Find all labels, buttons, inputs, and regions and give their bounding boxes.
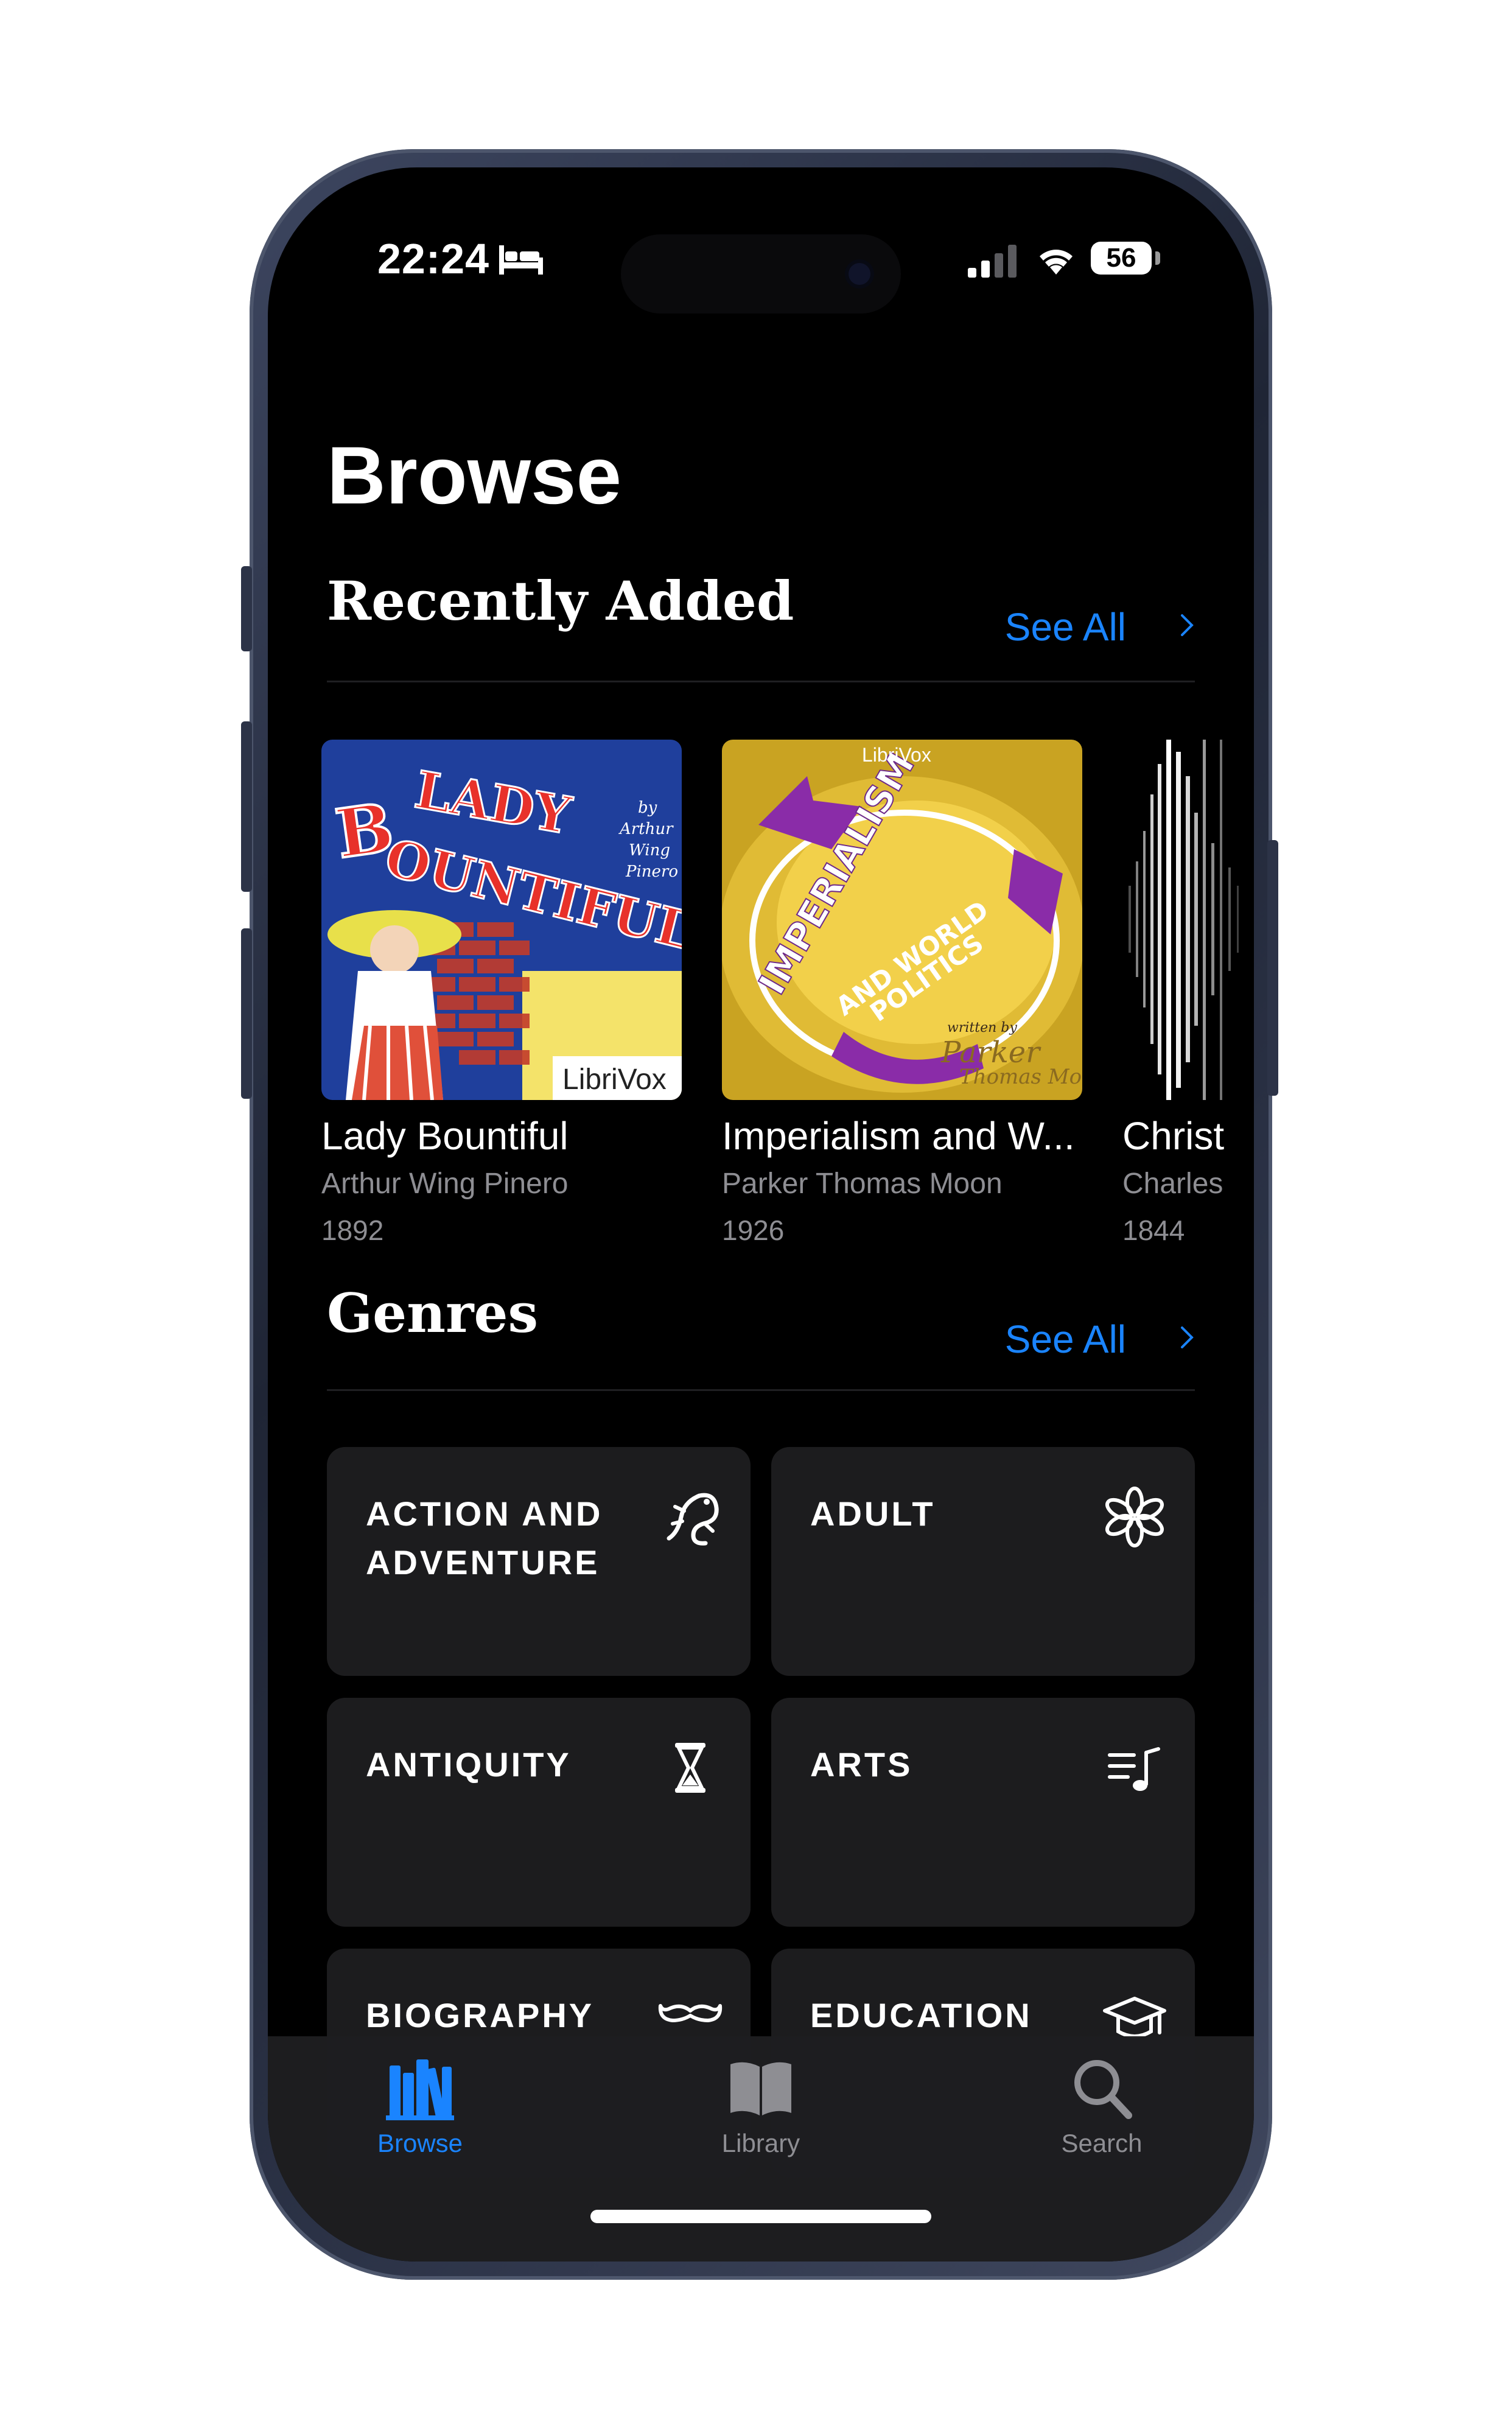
genre-label: ANTIQUITY [366, 1745, 572, 1784]
genres-title: Genres [327, 1281, 539, 1345]
recently-added-title: Recently Added [327, 569, 794, 632]
waveform-cover-art [1129, 740, 1239, 1100]
book-card-christ[interactable]: Christ Charles 1844 [1122, 740, 1254, 1247]
book-year: 1926 [722, 1214, 785, 1246]
genre-label: BIOGRAPHY [366, 1996, 595, 2034]
genre-tile-antiquity[interactable]: ANTIQUITY [327, 1698, 751, 1927]
music-note-list-icon [1108, 1747, 1160, 1791]
sleep-focus-bed-icon [499, 245, 543, 275]
tab-bar: Browse Library Search [268, 2036, 1254, 2262]
books-icon [386, 2059, 454, 2120]
svg-text:written by: written by [947, 1020, 1017, 1035]
action-button [241, 566, 252, 651]
screen: 22:24 56 Browse Recently Added See All B… [268, 167, 1254, 2262]
book-cover[interactable]: B LADY OUNTIFUL by Arthur Wing Pinero Li… [321, 740, 682, 1100]
hourglass-icon [675, 1743, 705, 1793]
tab-label: Library [721, 2129, 800, 2157]
svg-text:Wing: Wing [629, 841, 670, 860]
genre-tile-action-and-adventure[interactable]: ACTION AND ADVENTURE [327, 1447, 751, 1676]
genre-label: ARTS [810, 1745, 913, 1784]
book-author: Parker Thomas Moon [722, 1168, 1003, 1200]
magnifier-icon [1074, 2060, 1132, 2119]
book-title: Imperialism and W... [722, 1114, 1075, 1158]
volume-up-button [241, 721, 252, 892]
svg-text:LibriVox: LibriVox [862, 744, 931, 766]
genre-tile-arts[interactable]: ARTS [771, 1698, 1195, 1927]
svg-text:LibriVox: LibriVox [562, 1063, 667, 1096]
front-camera [849, 263, 870, 285]
tab-library[interactable]: Library [670, 2055, 852, 2158]
power-button [1267, 840, 1278, 1096]
svg-text:Arthur: Arthur [618, 820, 674, 838]
tab-label: Browse [377, 2129, 463, 2157]
volume-down-button [241, 928, 252, 1099]
book-year: 1892 [321, 1214, 384, 1246]
svg-text:Thomas Moon: Thomas Moon [959, 1065, 1082, 1089]
battery-tip [1155, 251, 1160, 265]
book-title: Christ [1122, 1114, 1225, 1158]
book-cover[interactable] [1122, 740, 1254, 1100]
genres-see-all-button[interactable]: See All [1005, 1317, 1126, 1362]
home-indicator[interactable] [590, 2210, 931, 2223]
asterisk-flower-icon [1105, 1487, 1164, 1547]
section-divider [327, 1389, 1195, 1391]
page-title: Browse [327, 430, 622, 521]
tab-browse[interactable]: Browse [329, 2055, 511, 2158]
book-title: Lady Bountiful [321, 1114, 569, 1158]
battery-indicator: 56 [1091, 242, 1152, 275]
status-time: 22:24 [377, 235, 490, 282]
imperialism-cover-art: IMPERIALISM AND WORLD POLITICS written b… [722, 740, 1082, 1100]
chevron-right-icon[interactable] [1180, 613, 1194, 637]
recently-added-see-all-button[interactable]: See All [1005, 604, 1126, 650]
dynamic-island [621, 234, 901, 314]
book-cover[interactable]: IMPERIALISM AND WORLD POLITICS written b… [722, 740, 1082, 1100]
genre-label: ACTION AND ADVENTURE [366, 1494, 603, 1582]
book-card-imperialism[interactable]: IMPERIALISM AND WORLD POLITICS written b… [722, 740, 1082, 1247]
tab-label: Search [1061, 2129, 1143, 2157]
book-author: Arthur Wing Pinero [321, 1168, 569, 1200]
svg-text:by: by [638, 799, 657, 817]
cellular-signal-icon [968, 245, 1017, 278]
book-year: 1844 [1122, 1214, 1185, 1246]
book-card-lady-bountiful[interactable]: B LADY OUNTIFUL by Arthur Wing Pinero Li… [321, 740, 682, 1247]
genre-tile-adult[interactable]: ADULT [771, 1447, 1195, 1676]
genre-label: EDUCATION [810, 1996, 1032, 2034]
lady-bountiful-cover-art: B LADY OUNTIFUL by Arthur Wing Pinero Li… [321, 740, 682, 1100]
book-author: Charles [1122, 1168, 1223, 1200]
tab-search[interactable]: Search [1010, 2055, 1193, 2158]
chevron-right-icon[interactable] [1180, 1325, 1194, 1350]
section-divider [327, 681, 1195, 682]
genre-label: ADULT [810, 1494, 936, 1533]
lizard-icon [667, 1493, 719, 1546]
svg-text:Pinero: Pinero [625, 863, 678, 881]
wifi-icon [1040, 250, 1073, 275]
open-book-icon [730, 2062, 791, 2115]
